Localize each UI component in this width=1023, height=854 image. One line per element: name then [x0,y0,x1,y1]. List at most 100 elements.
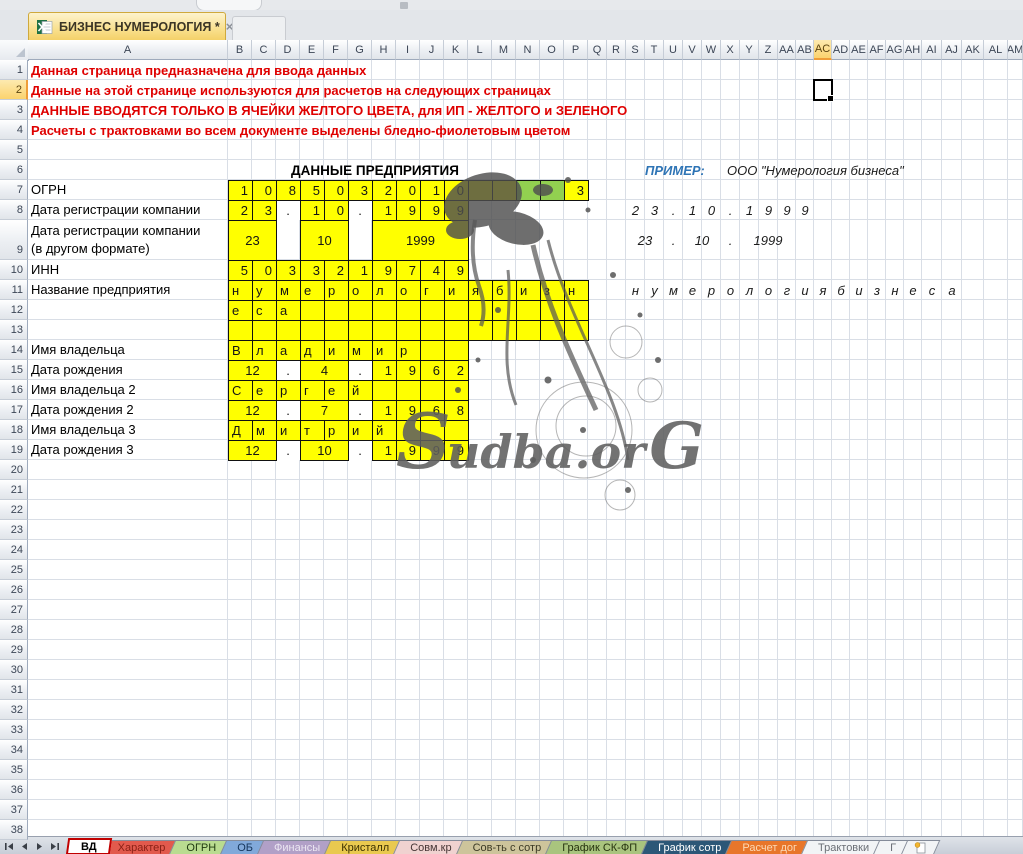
cell-D12[interactable]: а [276,300,301,321]
cell-P7[interactable]: 3 [564,180,589,201]
cell-E16[interactable]: г [300,380,325,401]
cell-H9[interactable]: 1999 [372,220,469,261]
nav-next-sheet-button[interactable] [33,840,46,853]
cell-B12[interactable]: е [228,300,253,321]
cell-I19[interactable]: 9 [396,440,421,461]
cell-G14[interactable]: м [348,340,373,361]
row-header-12[interactable]: 12 [0,300,28,320]
row-header-2[interactable]: 2 [0,80,28,100]
row-header-19[interactable]: 19 [0,440,28,460]
cell-J17[interactable]: 6 [420,400,445,421]
cell-H7[interactable]: 2 [372,180,397,201]
cell-L7[interactable] [468,180,493,201]
sheet-tab-График СК-ФП[interactable]: График СК-ФП [548,840,651,854]
cell-B18[interactable]: Д [228,420,253,441]
cell-M11[interactable]: б [492,280,517,301]
cell-B14[interactable]: В [228,340,253,361]
cell-J16[interactable] [420,380,445,401]
sheet-tab-Кристалл[interactable]: Кристалл [327,840,403,854]
row-header-31[interactable]: 31 [0,680,28,700]
cell-C13[interactable] [252,320,277,341]
cell-H12[interactable] [372,300,397,321]
nav-first-sheet-button[interactable] [3,840,16,853]
cell-H8[interactable]: 1 [372,200,397,221]
cell-K13[interactable] [444,320,469,341]
cell-F14[interactable]: и [324,340,349,361]
cell-B13[interactable] [228,320,253,341]
cell-N11[interactable]: и [516,280,541,301]
cell-O12[interactable] [540,300,565,321]
cell-I17[interactable]: 9 [396,400,421,421]
row-header-23[interactable]: 23 [0,520,28,540]
column-header-AM[interactable]: AM [1008,40,1023,60]
cell-B10[interactable]: 5 [228,260,253,281]
column-header-L[interactable]: L [468,40,492,60]
cell-C11[interactable]: у [252,280,277,301]
cell-J12[interactable] [420,300,445,321]
cell-C10[interactable]: 0 [252,260,277,281]
cell-M12[interactable] [492,300,517,321]
cell-B17[interactable]: 12 [228,400,277,421]
column-header-I[interactable]: I [396,40,420,60]
cell-B11[interactable]: н [228,280,253,301]
cell-K10[interactable]: 9 [444,260,469,281]
cell-C16[interactable]: е [252,380,277,401]
column-header-B[interactable]: B [228,40,252,60]
cell-H14[interactable]: и [372,340,397,361]
row-header-25[interactable]: 25 [0,560,28,580]
row-header-30[interactable]: 30 [0,660,28,680]
row-header-7[interactable]: 7 [0,180,28,200]
row-header-17[interactable]: 17 [0,400,28,420]
row-header-24[interactable]: 24 [0,540,28,560]
cell-G18[interactable]: и [348,420,373,441]
column-header-W[interactable]: W [702,40,721,60]
row-header-18[interactable]: 18 [0,420,28,440]
cell-D10[interactable]: 3 [276,260,301,281]
cell-F18[interactable]: р [324,420,349,441]
cell-B7[interactable]: 1 [228,180,253,201]
column-header-E[interactable]: E [300,40,324,60]
column-header-F[interactable]: F [324,40,348,60]
cell-J18[interactable] [420,420,445,441]
cell-G16[interactable]: й [348,380,373,401]
row-header-10[interactable]: 10 [0,260,28,280]
cell-D7[interactable]: 8 [276,180,301,201]
cell-I10[interactable]: 7 [396,260,421,281]
column-header-R[interactable]: R [607,40,626,60]
column-header-AK[interactable]: AK [962,40,984,60]
cell-H13[interactable] [372,320,397,341]
cell-P12[interactable] [564,300,589,321]
cell-K7[interactable]: 0 [444,180,469,201]
cell-I15[interactable]: 9 [396,360,421,381]
cell-L13[interactable] [468,320,493,341]
cell-H10[interactable]: 9 [372,260,397,281]
column-header-O[interactable]: O [540,40,564,60]
row-header-38[interactable]: 38 [0,820,28,840]
row-header-14[interactable]: 14 [0,340,28,360]
cell-E14[interactable]: д [300,340,325,361]
row-header-28[interactable]: 28 [0,620,28,640]
nav-prev-sheet-button[interactable] [18,840,31,853]
row-header-37[interactable]: 37 [0,800,28,820]
cell-B8[interactable]: 2 [228,200,253,221]
column-header-G[interactable]: G [348,40,372,60]
sheet-tab-Сов-ть с сотр[interactable]: Сов-ть с сотр [459,840,556,854]
cell-H19[interactable]: 1 [372,440,397,461]
cell-G11[interactable]: о [348,280,373,301]
cell-E17[interactable]: 7 [300,400,349,421]
cell-J14[interactable] [420,340,445,361]
cell-I13[interactable] [396,320,421,341]
cell-D16[interactable]: р [276,380,301,401]
column-header-J[interactable]: J [420,40,444,60]
cell-J13[interactable] [420,320,445,341]
cell-N12[interactable] [516,300,541,321]
column-header-C[interactable]: C [252,40,276,60]
cell-I12[interactable] [396,300,421,321]
column-header-S[interactable]: S [626,40,645,60]
cell-E19[interactable]: 10 [300,440,349,461]
cell-D11[interactable]: м [276,280,301,301]
row-header-13[interactable]: 13 [0,320,28,340]
column-header-AI[interactable]: AI [922,40,942,60]
row-header-8[interactable]: 8 [0,200,28,220]
sheet-tab-Совм.кр[interactable]: Совм.кр [396,840,465,854]
